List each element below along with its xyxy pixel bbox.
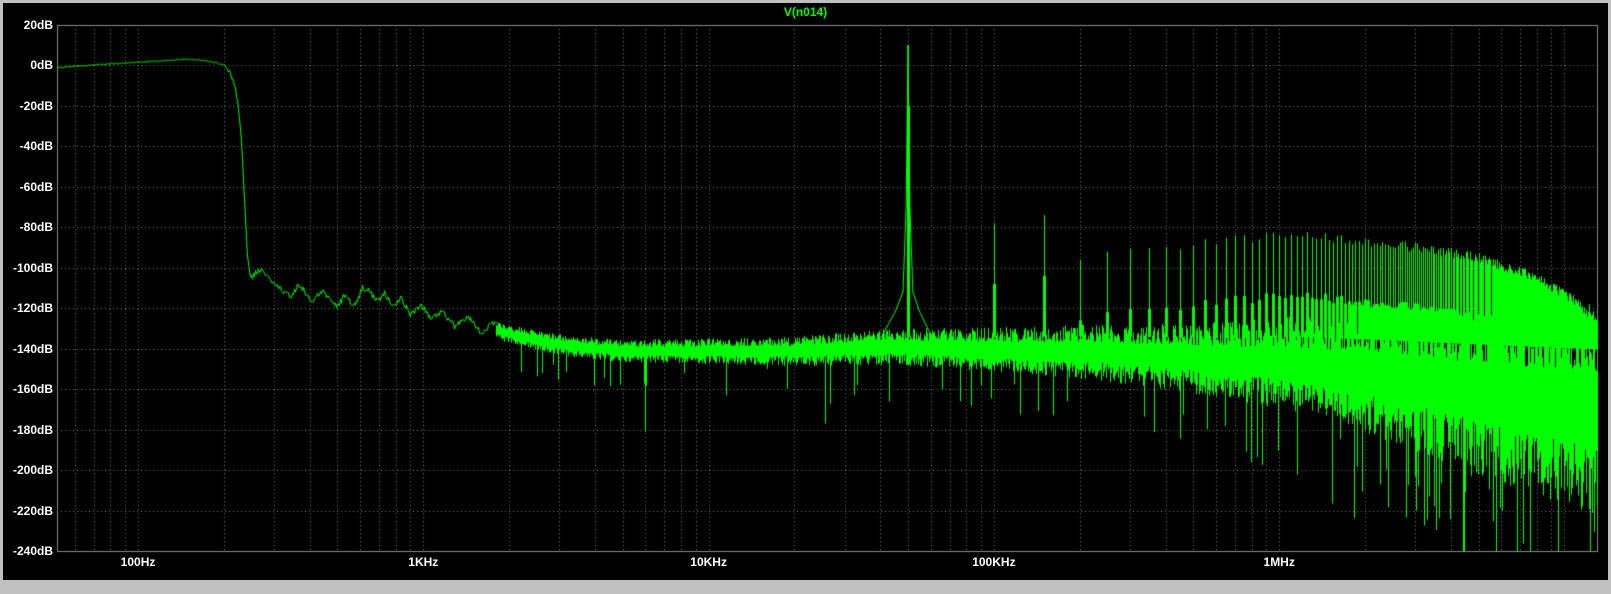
y-tick-label: -80dB (19, 220, 53, 235)
plot-canvas[interactable] (3, 3, 1608, 580)
trace-title-label[interactable]: V(n014) (3, 5, 1608, 19)
x-tick-label: 10KHz (690, 555, 727, 569)
y-tick-label: -120dB (12, 301, 53, 316)
window-bottom-frame (0, 580, 1611, 594)
y-tick-label: 0dB (30, 58, 53, 73)
plot-pane: V(n014) 20dB 0dB -20dB -40dB -60dB -80dB -100d… (3, 3, 1608, 580)
y-tick-label: -40dB (19, 139, 53, 154)
ltspice-fft-window: { "colors": { "outer_frame": "#c0c0c0", … (0, 0, 1611, 594)
x-tick-label: 100Hz (120, 555, 156, 569)
y-tick-label: -200dB (12, 463, 53, 478)
x-tick-label: 100KHz (972, 555, 1016, 569)
x-tick-label: 1MHz (1263, 555, 1295, 569)
x-tick-label: 1KHz (408, 555, 439, 569)
y-tick-label: -180dB (12, 422, 53, 437)
y-tick-label: -100dB (12, 260, 53, 275)
y-tick-label: -60dB (19, 179, 53, 194)
y-tick-label: -20dB (19, 98, 53, 113)
y-tick-label: 20dB (23, 18, 53, 32)
y-tick-label: -160dB (12, 382, 53, 397)
y-tick-label: -240dB (12, 544, 53, 558)
y-tick-label: -220dB (12, 503, 53, 518)
y-tick-label: -140dB (12, 341, 53, 356)
